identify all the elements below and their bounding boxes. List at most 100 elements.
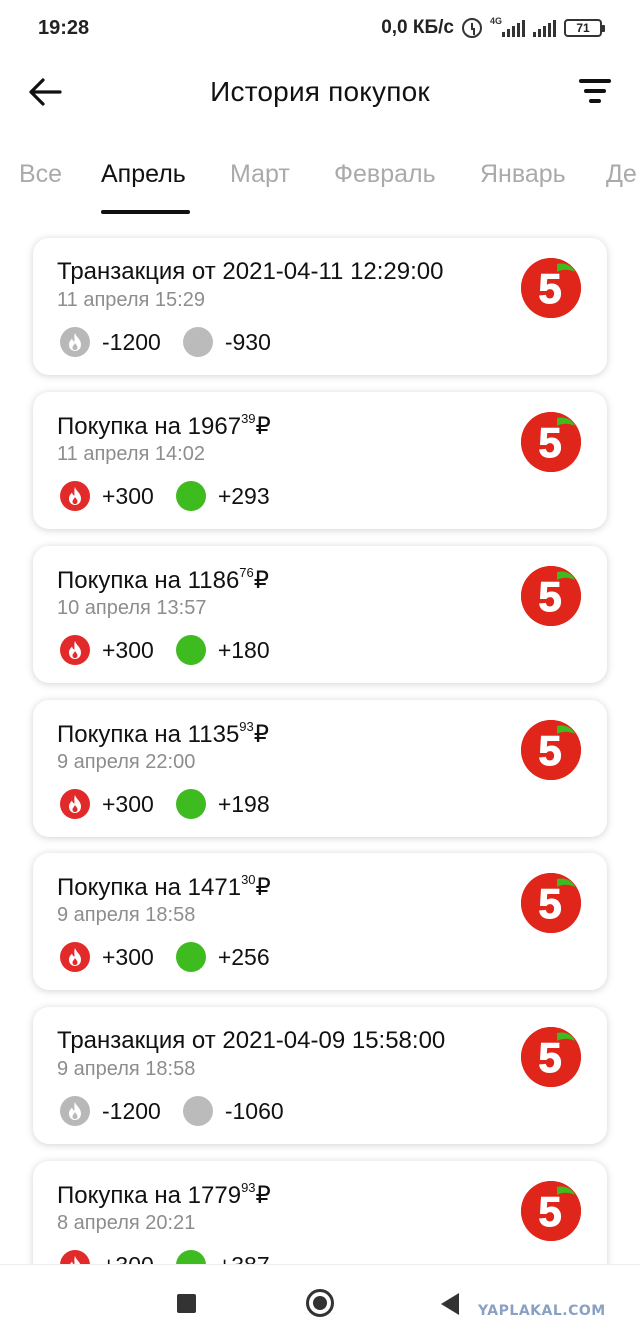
svg-text:5: 5 <box>538 880 561 927</box>
points-value-b: -930 <box>224 328 271 355</box>
points-value-a: +300 <box>102 943 154 970</box>
purchase-date: 8 апреля 20:21 <box>57 1212 196 1234</box>
back-button[interactable] <box>441 1293 459 1315</box>
arrow-left-icon[interactable] <box>28 76 62 108</box>
purchase-title: Транзакция от 2021-04-09 15:58:00 <box>57 1027 445 1055</box>
points-value-a: -1200 <box>102 328 161 355</box>
tab-april[interactable]: Апрель <box>101 160 186 189</box>
points-value-b: +293 <box>217 482 270 509</box>
bonus-dot-icon <box>182 1096 213 1126</box>
points-row: +300 +180 <box>60 635 292 665</box>
purchase-cents: 30 <box>241 872 256 887</box>
active-tab-indicator <box>101 210 190 214</box>
pyaterochka-logo-icon: 5 <box>521 1181 581 1241</box>
svg-text:5: 5 <box>538 1034 561 1081</box>
purchase-card[interactable]: Транзакция от 2021-04-11 12:29:00 11 апре… <box>33 238 607 375</box>
purchase-date: 9 апреля 18:58 <box>57 1058 196 1080</box>
flame-icon <box>60 942 90 972</box>
currency-sign: ₽ <box>255 874 271 901</box>
points-row: +300 +198 <box>60 789 292 819</box>
purchase-date: 11 апреля 14:02 <box>57 443 205 465</box>
alarm-icon <box>461 18 482 38</box>
points-row: -1200 -930 <box>60 327 293 357</box>
network-speed: 0,0 КБ/с <box>381 17 454 38</box>
svg-text:5: 5 <box>538 1188 561 1235</box>
points-value-a: -1200 <box>102 1097 161 1124</box>
points-row: -1200 -1060 <box>60 1096 306 1126</box>
flame-icon <box>60 481 90 511</box>
tab-december[interactable]: Де <box>606 160 637 189</box>
currency-sign: ₽ <box>253 567 270 594</box>
page-title: История покупок <box>210 76 430 107</box>
signal-icon-2 <box>533 19 556 37</box>
purchase-title: Покупка на 177993₽ <box>57 1180 271 1210</box>
currency-sign: ₽ <box>255 413 271 440</box>
purchase-date: 10 апреля 13:57 <box>57 597 207 619</box>
purchase-title-text: Покупка на 1471 <box>57 874 242 901</box>
flame-icon <box>60 635 90 665</box>
points-value-b: +256 <box>217 943 270 970</box>
purchase-card[interactable]: Покупка на 147130₽ 9 апреля 18:58 +300 +256… <box>33 853 607 990</box>
pyaterochka-logo-icon: 5 <box>521 1027 581 1087</box>
points-row: +300 +256 <box>60 942 292 972</box>
purchase-title-text: Покупка на 1967 <box>57 413 242 440</box>
purchase-card[interactable]: Транзакция от 2021-04-09 15:58:00 9 апрел… <box>33 1007 607 1144</box>
points-value-a: +300 <box>102 790 154 817</box>
purchase-title-text: Покупка на 1135 <box>57 721 240 748</box>
tab-february[interactable]: Февраль <box>334 160 436 189</box>
svg-text:5: 5 <box>538 419 561 466</box>
purchase-title: Транзакция от 2021-04-11 12:29:00 <box>57 258 443 286</box>
tab-march[interactable]: Март <box>230 160 290 189</box>
status-time: 19:28 <box>38 16 90 39</box>
svg-text:5: 5 <box>538 727 561 774</box>
bonus-dot-icon <box>175 481 206 511</box>
battery-icon: 71 <box>564 19 605 37</box>
purchase-cents: 93 <box>239 719 254 734</box>
purchase-cents: 39 <box>241 411 256 426</box>
purchase-date: 11 апреля 15:29 <box>57 289 205 311</box>
bonus-dot-icon <box>175 942 206 972</box>
purchase-card[interactable]: Покупка на 113593₽ 9 апреля 22:00 +300 +198… <box>33 700 607 837</box>
currency-sign: ₽ <box>253 721 270 748</box>
tab-january[interactable]: Январь <box>480 160 566 189</box>
pyaterochka-logo-icon: 5 <box>521 258 581 318</box>
bonus-dot-icon <box>182 327 213 357</box>
app-header: История покупок <box>0 60 640 124</box>
flame-icon <box>60 789 90 819</box>
points-row: +300 +293 <box>60 481 292 511</box>
status-indicators: 0,0 КБ/с 4G 71 <box>381 16 605 39</box>
recent-apps-button[interactable] <box>177 1294 196 1313</box>
purchase-date: 9 апреля 22:00 <box>57 751 196 773</box>
pyaterochka-logo-icon: 5 <box>521 873 581 933</box>
points-value-a: +300 <box>102 482 154 509</box>
watermark: YAPLAKAL.COM <box>478 1303 606 1319</box>
system-nav-bar: YAPLAKAL.COM <box>0 1264 640 1342</box>
purchase-title: Покупка на 113593₽ <box>57 719 270 749</box>
purchase-card[interactable]: Покупка на 118676₽ 10 апреля 13:57 +300 +18… <box>33 546 607 683</box>
pyaterochka-logo-icon: 5 <box>521 412 581 472</box>
currency-sign: ₽ <box>255 1182 271 1209</box>
purchase-cents: 93 <box>241 1180 256 1195</box>
tab-all[interactable]: Все <box>19 160 62 189</box>
points-value-b: +198 <box>217 790 270 817</box>
status-bar: 19:28 0,0 КБ/с 4G 71 <box>0 0 640 56</box>
flame-icon <box>60 1096 90 1126</box>
month-tabs: Все Апрель Март Февраль Январь Де <box>0 150 640 216</box>
pyaterochka-logo-icon: 5 <box>521 566 581 626</box>
purchase-cents: 76 <box>239 565 254 580</box>
purchase-title-text: Транзакция от 2021-04-09 15:58:00 <box>57 1027 446 1054</box>
svg-text:5: 5 <box>538 573 561 620</box>
filter-icon[interactable] <box>578 76 612 106</box>
network-type: 4G <box>489 16 502 26</box>
pyaterochka-logo-icon: 5 <box>521 720 581 780</box>
bonus-dot-icon <box>175 789 206 819</box>
purchase-card[interactable]: Покупка на 196739₽ 11 апреля 14:02 +300 +29… <box>33 392 607 529</box>
purchase-title-text: Покупка на 1186 <box>57 567 240 594</box>
home-button[interactable] <box>306 1289 334 1317</box>
flame-icon <box>60 327 90 357</box>
bonus-dot-icon <box>175 635 206 665</box>
points-value-a: +300 <box>102 636 154 663</box>
purchase-title: Покупка на 147130₽ <box>57 872 271 902</box>
svg-text:5: 5 <box>538 265 561 312</box>
points-value-b: -1060 <box>224 1097 284 1124</box>
